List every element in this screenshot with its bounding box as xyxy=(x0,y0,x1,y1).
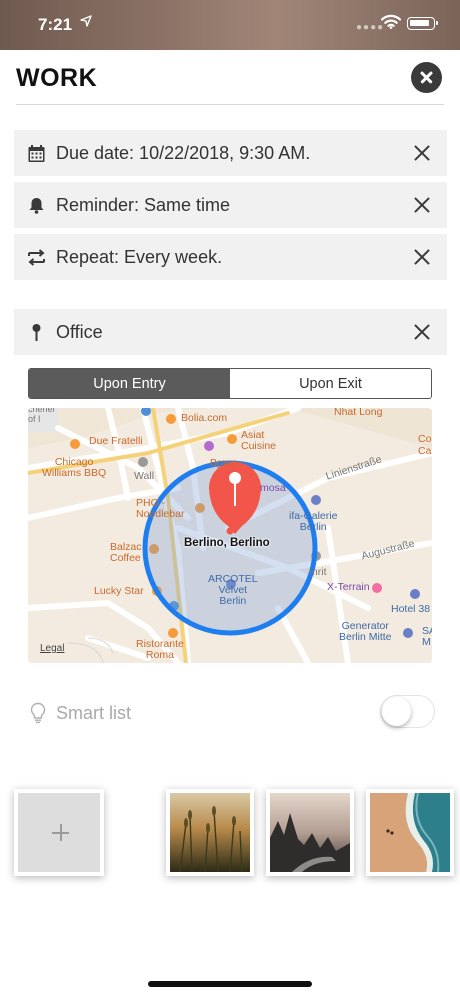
poi-bravo: Bravo xyxy=(210,457,238,469)
map-location-label: Berlino, Berlino xyxy=(184,537,270,549)
pin-icon xyxy=(27,323,46,342)
poi-wall: Wall xyxy=(134,470,155,482)
poi-hotel-38: Hotel 38 xyxy=(391,603,431,615)
add-attachment-button[interactable] xyxy=(14,789,104,876)
poi-generator: Generator Berlin Mitte xyxy=(339,620,392,643)
status-bar: 7:21 ●●●● xyxy=(0,0,460,50)
forest-road-photo xyxy=(270,793,350,872)
poi-mosa: mosa xyxy=(260,482,286,494)
poi-lucky-star: Lucky Star xyxy=(94,585,144,597)
poi-balzac-coffee: Balzac Coffee xyxy=(110,541,142,564)
battery-icon xyxy=(407,17,438,30)
poi-cropped-left: chener of I xyxy=(28,408,56,424)
close-circle-icon[interactable] xyxy=(411,62,442,93)
attachment-thumbnail[interactable] xyxy=(166,789,254,876)
poi-due-fratelli: Due Fratelli xyxy=(89,435,143,447)
repeat-label: Repeat: Every week. xyxy=(56,247,223,267)
smart-list-toggle[interactable] xyxy=(380,695,435,728)
segment-upon-entry[interactable]: Upon Entry xyxy=(29,369,230,398)
poi-chicago-williams: Chicago Williams BBQ xyxy=(42,456,107,479)
location-label: Office xyxy=(56,322,103,342)
bell-icon xyxy=(27,196,46,215)
wheat-field-photo xyxy=(170,793,250,872)
repeat-icon xyxy=(27,248,46,267)
toggle-knob xyxy=(382,697,411,726)
list-title: WORK xyxy=(16,64,98,92)
remove-due-date-icon[interactable] xyxy=(414,145,430,161)
reminder-label: Reminder: Same time xyxy=(56,195,231,215)
map-legal-link[interactable]: Legal xyxy=(40,643,64,654)
remove-reminder-icon[interactable] xyxy=(414,197,430,213)
smart-list-label: Smart list xyxy=(56,703,132,723)
segment-upon-exit[interactable]: Upon Exit xyxy=(230,369,431,398)
poi-asiat-cuisine: Asiat Cuisine xyxy=(241,429,277,452)
reminder-row[interactable]: Reminder: Same time xyxy=(14,182,447,228)
poi-ifa-galerie: ifa-Galerie Berlin xyxy=(289,510,338,533)
poi-arcotel: ARCOTEL Velvet Berlin xyxy=(208,573,258,607)
due-date-row[interactable]: Due date: 10/22/2018, 9:30 AM. xyxy=(14,130,447,176)
wifi-icon xyxy=(380,14,402,34)
status-time: 7:21 xyxy=(38,15,73,34)
poi-ca: Ca xyxy=(418,445,432,457)
poi-sa: SA M xyxy=(422,625,432,648)
remove-location-icon[interactable] xyxy=(414,324,430,340)
poi-ristorante-roma: Ristorante Roma xyxy=(136,638,184,661)
poi-pho-noodlebar: PHO - Noodlebar xyxy=(136,497,185,520)
home-indicator xyxy=(148,981,312,987)
repeat-row[interactable]: Repeat: Every week. xyxy=(14,234,447,280)
poi-bolia: Bolia.com xyxy=(181,412,228,424)
location-row[interactable]: Office xyxy=(14,309,447,355)
remove-repeat-icon[interactable] xyxy=(414,249,430,265)
calendar-icon xyxy=(27,144,46,163)
title-divider xyxy=(16,104,444,105)
poi-nhat-long: Nhat Long xyxy=(334,408,383,418)
location-map[interactable]: chener of I Bolia.com Nhat Long Co Ca Du… xyxy=(28,408,432,663)
lightbulb-icon xyxy=(29,702,47,724)
trigger-segmented-control: Upon Entry Upon Exit xyxy=(28,368,432,399)
location-arrow-icon xyxy=(80,15,92,30)
beach-aerial-photo xyxy=(370,793,450,872)
attachment-thumbnail[interactable] xyxy=(266,789,354,876)
task-detail-sheet: WORK Due date: 10/22/2018, 9:30 AM. Remi… xyxy=(0,50,460,996)
attachment-thumbnail[interactable] xyxy=(366,789,454,876)
signal-icon: ●●●● xyxy=(356,22,385,33)
poi-co: Co xyxy=(418,433,432,445)
poi-mrit: mrit xyxy=(309,566,327,578)
due-date-label: Due date: 10/22/2018, 9:30 AM. xyxy=(56,143,311,163)
poi-x-terrain: X-Terrain xyxy=(327,581,370,593)
